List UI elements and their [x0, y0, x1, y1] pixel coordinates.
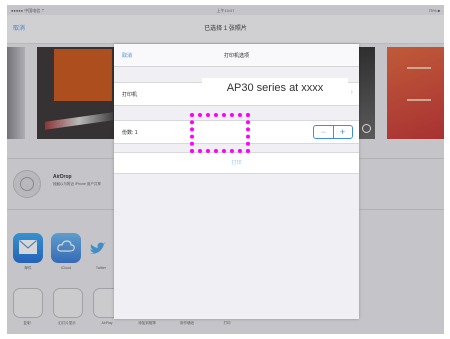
dialog-header: 取消 打印机选项	[114, 44, 359, 67]
printer-options-dialog: 取消 打印机选项 打印机 › AP30 series at xxxx 份数: 1…	[114, 44, 359, 319]
chevron-right-icon: ›	[350, 89, 353, 96]
copies-stepper: − +	[313, 125, 353, 139]
print-button[interactable]: 打印	[114, 159, 359, 166]
printer-label: 打印机	[122, 92, 138, 98]
printer-name[interactable]: AP30 series at xxxx	[202, 78, 348, 98]
copies-minus-button[interactable]: −	[314, 126, 334, 138]
highlight-box	[190, 113, 250, 153]
copies-plus-button[interactable]: +	[333, 126, 352, 138]
screen: ●●●●● 中国电信 ⇡ 上午10:07 75% ■ 取消 已选择 1 张照片 …	[7, 5, 444, 334]
print-row[interactable]: 打印	[114, 152, 359, 174]
dialog-title: 打印机选项	[223, 53, 249, 59]
copies-label: 份数: 1	[122, 130, 138, 136]
ipad-frame: ●●●●● 中国电信 ⇡ 上午10:07 75% ■ 取消 已选择 1 张照片 …	[0, 0, 450, 339]
